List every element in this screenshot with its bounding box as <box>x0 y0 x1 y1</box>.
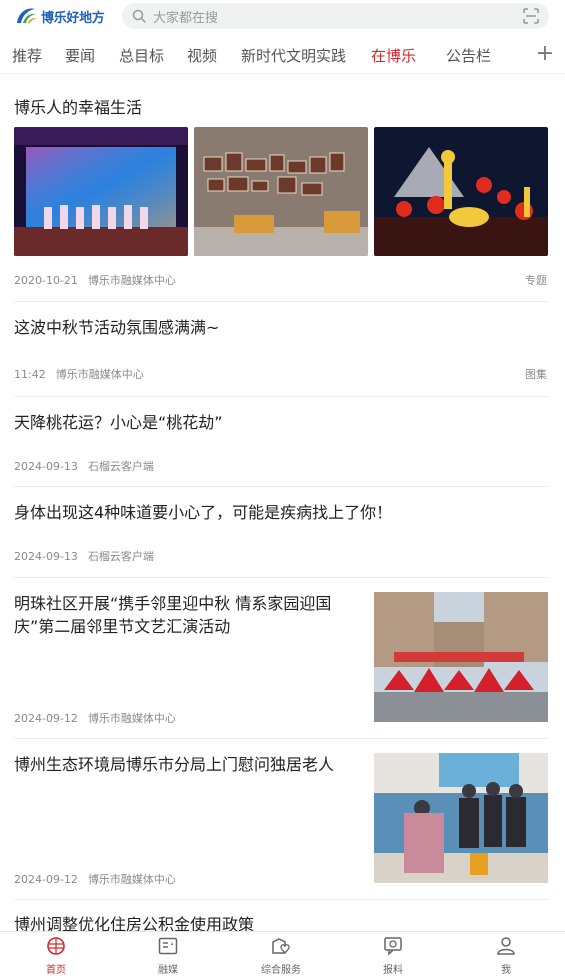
featured-title[interactable]: 博乐人的幸福生活 <box>14 94 142 118</box>
search-bar[interactable]: 大家都在搜 <box>122 3 549 29</box>
nav-home[interactable]: 首页 <box>26 936 86 976</box>
app-header: 博乐好地方 大家都在搜 <box>0 0 565 32</box>
article-tag: 图集 <box>525 368 547 381</box>
article-meta: 2024-09-12 博乐市融媒体中心 <box>14 710 176 726</box>
divider <box>14 396 548 397</box>
nav-services[interactable]: 综合服务 <box>251 936 311 976</box>
category-tabs: 推荐 要闻 总目标 视频 新时代文明实践 在博乐 公告栏 + <box>0 38 565 74</box>
gallery-image-stage[interactable] <box>14 127 188 256</box>
divider <box>14 738 548 739</box>
nav-label: 综合服务 <box>261 965 301 976</box>
report-icon <box>384 937 402 956</box>
article-title[interactable]: 天降桃花运？小心是“桃花劫” <box>14 411 223 435</box>
article-date: 2024-09-13 <box>14 550 78 563</box>
article-source: 石榴云客户端 <box>87 550 154 563</box>
nav-label: 融媒 <box>158 965 178 976</box>
article-meta: 2024-09-13 石榴云客户端 <box>14 458 154 474</box>
tab-in-bole[interactable]: 在博乐 <box>371 45 416 66</box>
nav-label: 报料 <box>383 965 403 976</box>
nav-media[interactable]: 融媒 <box>138 936 198 976</box>
tab-news[interactable]: 要闻 <box>65 45 95 66</box>
article-source: 博乐市融媒体中心 <box>87 873 176 886</box>
article-thumbnail[interactable] <box>374 592 548 722</box>
tab-recommend[interactable]: 推荐 <box>12 45 42 66</box>
logo-icon <box>17 8 37 23</box>
gallery-image-wall[interactable] <box>194 127 368 256</box>
tab-notice-board[interactable]: 公告栏 <box>446 45 491 66</box>
article-title-line[interactable]: 明珠社区开展“携手邻里迎中秋 情系家园迎国 <box>14 592 331 616</box>
search-placeholder: 大家都在搜 <box>153 10 219 26</box>
gallery-image-lanterns[interactable] <box>374 127 548 256</box>
search-icon <box>132 9 146 23</box>
article-thumbnail[interactable] <box>374 753 548 883</box>
divider <box>14 301 548 302</box>
tab-overall-goal[interactable]: 总目标 <box>119 45 164 66</box>
bottom-navigation: 首页 融媒 综合服务 报料 我 <box>0 931 565 976</box>
tab-civilization-practice[interactable]: 新时代文明实践 <box>241 45 346 66</box>
nav-label: 首页 <box>46 965 66 976</box>
article-date: 2024-09-12 <box>14 712 78 725</box>
nav-report[interactable]: 报料 <box>363 936 423 976</box>
tab-video[interactable]: 视频 <box>187 45 217 66</box>
nav-label: 我 <box>501 965 511 976</box>
article-date: 2024-09-12 <box>14 873 78 886</box>
photo-wall-image <box>194 127 368 256</box>
article-date: 2020-10-21 <box>14 274 78 287</box>
community-performance-image <box>374 592 548 722</box>
lantern-festival-image <box>374 127 548 256</box>
services-icon <box>272 938 290 954</box>
article-date: 2024-09-13 <box>14 460 78 473</box>
article-title[interactable]: 身体出现这4种味道要小心了，可能是疾病找上了你！ <box>14 501 392 525</box>
article-source: 博乐市融媒体中心 <box>87 712 176 725</box>
article-title[interactable]: 博州生态环境局博乐市分局上门慰问独居老人 <box>14 753 334 777</box>
home-icon <box>47 937 65 955</box>
media-icon <box>158 937 178 955</box>
article-meta: 11:42 博乐市融媒体中心 <box>14 366 144 382</box>
article-meta: 2024-09-12 博乐市融媒体中心 <box>14 871 176 887</box>
visit-elderly-image <box>374 753 548 883</box>
stage-performance-image <box>14 127 188 256</box>
article-date: 11:42 <box>14 368 46 381</box>
profile-icon <box>497 937 515 955</box>
app-logo[interactable]: 博乐好地方 <box>14 4 105 28</box>
article-source: 石榴云客户端 <box>87 460 154 473</box>
logo-text: 博乐好地方 <box>41 10 105 26</box>
nav-profile[interactable]: 我 <box>476 936 536 976</box>
article-tag: 专题 <box>525 274 547 287</box>
article-title-line[interactable]: 庆”第二届邻里节文艺汇演活动 <box>14 615 230 639</box>
scan-icon[interactable] <box>523 8 539 24</box>
article-source: 博乐市融媒体中心 <box>55 368 144 381</box>
featured-meta: 2020-10-21 博乐市融媒体中心 <box>14 272 176 288</box>
divider <box>14 486 548 487</box>
add-channel-icon[interactable]: + <box>535 42 555 66</box>
article-title[interactable]: 这波中秋节活动氛围感满满~ <box>14 316 219 340</box>
article-meta: 2024-09-13 石榴云客户端 <box>14 548 154 564</box>
divider <box>14 577 548 578</box>
article-source: 博乐市融媒体中心 <box>87 274 176 287</box>
divider <box>14 899 548 900</box>
